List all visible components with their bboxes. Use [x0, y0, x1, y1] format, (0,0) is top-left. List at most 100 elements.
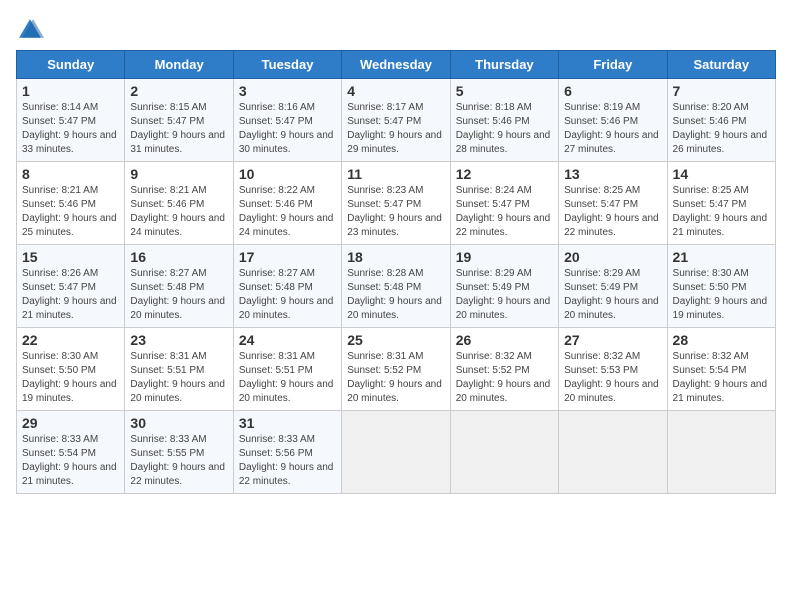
calendar-cell: 13 Sunrise: 8:25 AM Sunset: 5:47 PM Dayli… [559, 162, 667, 245]
day-info: Sunrise: 8:23 AM Sunset: 5:47 PM Dayligh… [347, 184, 444, 240]
day-info: Sunrise: 8:20 AM Sunset: 5:46 PM Dayligh… [673, 101, 770, 157]
day-number: 4 [347, 83, 444, 99]
column-header-monday: Monday [125, 51, 233, 79]
week-row-3: 15 Sunrise: 8:26 AM Sunset: 5:47 PM Dayli… [17, 245, 776, 328]
day-number: 6 [564, 83, 661, 99]
day-number: 3 [239, 83, 336, 99]
day-number: 26 [456, 332, 553, 348]
day-info: Sunrise: 8:27 AM Sunset: 5:48 PM Dayligh… [130, 267, 227, 323]
calendar-cell [667, 411, 775, 494]
calendar-header: SundayMondayTuesdayWednesdayThursdayFrid… [17, 51, 776, 79]
day-number: 25 [347, 332, 444, 348]
day-info: Sunrise: 8:32 AM Sunset: 5:52 PM Dayligh… [456, 350, 553, 406]
day-number: 11 [347, 166, 444, 182]
day-info: Sunrise: 8:28 AM Sunset: 5:48 PM Dayligh… [347, 267, 444, 323]
calendar-cell: 31 Sunrise: 8:33 AM Sunset: 5:56 PM Dayli… [233, 411, 341, 494]
calendar-cell: 5Sunrise: 8:18 AM Sunset: 5:46 PM Daylig… [450, 79, 558, 162]
day-number: 13 [564, 166, 661, 182]
day-number: 31 [239, 415, 336, 431]
day-info: Sunrise: 8:26 AM Sunset: 5:47 PM Dayligh… [22, 267, 119, 323]
day-number: 30 [130, 415, 227, 431]
calendar-cell: 25Sunrise: 8:31 AM Sunset: 5:52 PM Dayli… [342, 328, 450, 411]
calendar-cell: 3 Sunrise: 8:16 AM Sunset: 5:47 PM Daylig… [233, 79, 341, 162]
day-info: Sunrise: 8:31 AM Sunset: 5:51 PM Dayligh… [239, 350, 336, 406]
day-info: Sunrise: 8:32 AM Sunset: 5:53 PM Dayligh… [564, 350, 661, 406]
column-header-tuesday: Tuesday [233, 51, 341, 79]
day-number: 8 [22, 166, 119, 182]
column-header-thursday: Thursday [450, 51, 558, 79]
day-info: Sunrise: 8:31 AM Sunset: 5:51 PM Dayligh… [130, 350, 227, 406]
calendar-cell: 10Sunrise: 8:22 AM Sunset: 5:46 PM Dayli… [233, 162, 341, 245]
calendar-cell: 1 Sunrise: 8:14 AM Sunset: 5:47 PM Daylig… [17, 79, 125, 162]
day-number: 14 [673, 166, 770, 182]
week-row-2: 8 Sunrise: 8:21 AM Sunset: 5:46 PM Daylig… [17, 162, 776, 245]
day-number: 22 [22, 332, 119, 348]
day-number: 27 [564, 332, 661, 348]
day-number: 24 [239, 332, 336, 348]
calendar-cell: 2Sunrise: 8:15 AM Sunset: 5:47 PM Daylig… [125, 79, 233, 162]
week-row-1: 1 Sunrise: 8:14 AM Sunset: 5:47 PM Daylig… [17, 79, 776, 162]
day-number: 15 [22, 249, 119, 265]
day-info: Sunrise: 8:21 AM Sunset: 5:46 PM Dayligh… [130, 184, 227, 240]
calendar-cell: 14 Sunrise: 8:25 AM Sunset: 5:47 PM Dayli… [667, 162, 775, 245]
day-number: 5 [456, 83, 553, 99]
day-number: 17 [239, 249, 336, 265]
day-info: Sunrise: 8:14 AM Sunset: 5:47 PM Dayligh… [22, 101, 119, 157]
logo-icon [16, 16, 44, 44]
day-info: Sunrise: 8:29 AM Sunset: 5:49 PM Dayligh… [456, 267, 553, 323]
day-number: 7 [673, 83, 770, 99]
day-info: Sunrise: 8:32 AM Sunset: 5:54 PM Dayligh… [673, 350, 770, 406]
day-number: 2 [130, 83, 227, 99]
column-header-saturday: Saturday [667, 51, 775, 79]
column-header-wednesday: Wednesday [342, 51, 450, 79]
calendar-cell: 26 Sunrise: 8:32 AM Sunset: 5:52 PM Dayli… [450, 328, 558, 411]
column-header-sunday: Sunday [17, 51, 125, 79]
day-info: Sunrise: 8:33 AM Sunset: 5:56 PM Dayligh… [239, 433, 336, 489]
day-info: Sunrise: 8:29 AM Sunset: 5:49 PM Dayligh… [564, 267, 661, 323]
day-number: 16 [130, 249, 227, 265]
day-info: Sunrise: 8:19 AM Sunset: 5:46 PM Dayligh… [564, 101, 661, 157]
day-number: 12 [456, 166, 553, 182]
calendar-cell: 8Sunrise: 8:21 AM Sunset: 5:46 PM Daylig… [17, 162, 125, 245]
column-header-friday: Friday [559, 51, 667, 79]
day-info: Sunrise: 8:16 AM Sunset: 5:47 PM Dayligh… [239, 101, 336, 157]
calendar-body: 1 Sunrise: 8:14 AM Sunset: 5:47 PM Daylig… [17, 79, 776, 494]
day-info: Sunrise: 8:25 AM Sunset: 5:47 PM Dayligh… [673, 184, 770, 240]
calendar-cell: 21 Sunrise: 8:30 AM Sunset: 5:50 PM Dayli… [667, 245, 775, 328]
calendar-cell: 24 Sunrise: 8:31 AM Sunset: 5:51 PM Dayli… [233, 328, 341, 411]
calendar-cell: 15 Sunrise: 8:26 AM Sunset: 5:47 PM Dayli… [17, 245, 125, 328]
day-info: Sunrise: 8:33 AM Sunset: 5:55 PM Dayligh… [130, 433, 227, 489]
day-number: 29 [22, 415, 119, 431]
calendar-cell: 7 Sunrise: 8:20 AM Sunset: 5:46 PM Daylig… [667, 79, 775, 162]
day-number: 18 [347, 249, 444, 265]
day-number: 1 [22, 83, 119, 99]
calendar-cell: 9 Sunrise: 8:21 AM Sunset: 5:46 PM Daylig… [125, 162, 233, 245]
day-number: 9 [130, 166, 227, 182]
page-header [16, 16, 776, 44]
calendar-cell: 28 Sunrise: 8:32 AM Sunset: 5:54 PM Dayli… [667, 328, 775, 411]
day-number: 23 [130, 332, 227, 348]
calendar-cell: 22Sunrise: 8:30 AM Sunset: 5:50 PM Dayli… [17, 328, 125, 411]
calendar-cell: 6 Sunrise: 8:19 AM Sunset: 5:46 PM Daylig… [559, 79, 667, 162]
day-number: 20 [564, 249, 661, 265]
calendar-cell: 30 Sunrise: 8:33 AM Sunset: 5:55 PM Dayli… [125, 411, 233, 494]
day-info: Sunrise: 8:25 AM Sunset: 5:47 PM Dayligh… [564, 184, 661, 240]
day-number: 21 [673, 249, 770, 265]
calendar-cell: 17 Sunrise: 8:27 AM Sunset: 5:48 PM Dayli… [233, 245, 341, 328]
day-info: Sunrise: 8:30 AM Sunset: 5:50 PM Dayligh… [673, 267, 770, 323]
calendar-cell: 11 Sunrise: 8:23 AM Sunset: 5:47 PM Dayli… [342, 162, 450, 245]
header-row: SundayMondayTuesdayWednesdayThursdayFrid… [17, 51, 776, 79]
calendar-cell: 19Sunrise: 8:29 AM Sunset: 5:49 PM Dayli… [450, 245, 558, 328]
calendar-cell: 29 Sunrise: 8:33 AM Sunset: 5:54 PM Dayli… [17, 411, 125, 494]
week-row-5: 29 Sunrise: 8:33 AM Sunset: 5:54 PM Dayli… [17, 411, 776, 494]
day-info: Sunrise: 8:33 AM Sunset: 5:54 PM Dayligh… [22, 433, 119, 489]
calendar-cell: 20 Sunrise: 8:29 AM Sunset: 5:49 PM Dayli… [559, 245, 667, 328]
calendar-cell: 23 Sunrise: 8:31 AM Sunset: 5:51 PM Dayli… [125, 328, 233, 411]
calendar-cell: 12Sunrise: 8:24 AM Sunset: 5:47 PM Dayli… [450, 162, 558, 245]
calendar-cell: 27 Sunrise: 8:32 AM Sunset: 5:53 PM Dayli… [559, 328, 667, 411]
day-number: 28 [673, 332, 770, 348]
calendar-table: SundayMondayTuesdayWednesdayThursdayFrid… [16, 50, 776, 494]
week-row-4: 22Sunrise: 8:30 AM Sunset: 5:50 PM Dayli… [17, 328, 776, 411]
day-info: Sunrise: 8:22 AM Sunset: 5:46 PM Dayligh… [239, 184, 336, 240]
day-info: Sunrise: 8:27 AM Sunset: 5:48 PM Dayligh… [239, 267, 336, 323]
